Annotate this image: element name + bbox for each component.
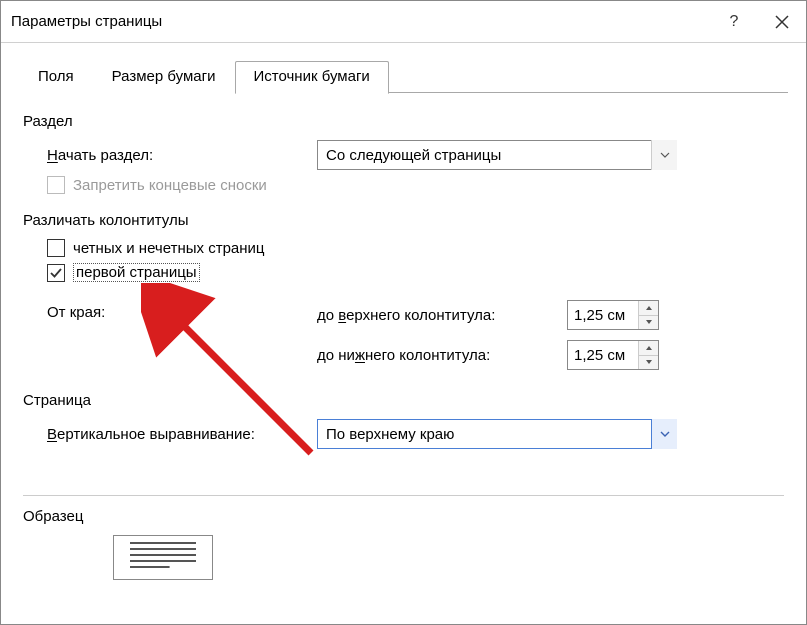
spinner-up-icon[interactable] [639,341,658,356]
preview-thumbnail [113,535,213,580]
valign-combo[interactable]: По верхнему краю [317,419,677,449]
window-title: Параметры страницы [11,13,710,30]
page-setup-dialog: Параметры страницы ? Поля Размер бумаги … [0,0,807,625]
close-button[interactable] [758,1,806,43]
section-start-row: Начать раздел: Со следующей страницы [23,140,784,170]
footer-distance-input[interactable] [568,341,638,369]
headers-group-label: Различать колонтитулы [23,212,784,229]
odd-even-label: четных и нечетных страниц [73,240,265,257]
spinner-down-icon[interactable] [639,356,658,370]
section-group-label: Раздел [23,113,784,130]
tab-margins[interactable]: Поля [19,61,93,93]
tab-paper-size[interactable]: Размер бумаги [93,61,235,93]
odd-even-checkbox[interactable] [47,239,65,257]
spinner-up-icon[interactable] [639,301,658,316]
section-start-label: Начать раздел: [47,147,317,164]
header-distance-spinner[interactable] [567,300,659,330]
tab-content: Раздел Начать раздел: Со следующей стран… [1,93,806,580]
preview-group-label: Образец [23,508,784,525]
header-distance-input[interactable] [568,301,638,329]
header-distance-label: до верхнего колонтитула: [317,307,567,324]
footer-distance-spinner[interactable] [567,340,659,370]
valign-row: Вертикальное выравнивание: По верхнему к… [23,419,784,449]
suppress-endnotes-label: Запретить концевые сноски [73,177,267,194]
from-edge-label: От края: [47,300,317,321]
odd-even-row: четных и нечетных страниц [23,239,784,257]
tab-paper-source[interactable]: Источник бумаги [235,61,389,94]
titlebar: Параметры страницы ? [1,1,806,43]
section-start-combo[interactable]: Со следующей страницы [317,140,677,170]
footer-distance-label: до нижнего колонтитула: [317,347,567,364]
valign-label: Вертикальное выравнивание: [47,426,317,443]
divider [23,495,784,496]
first-page-row: первой страницы [23,263,784,282]
tab-bar: Поля Размер бумаги Источник бумаги [1,43,806,93]
spinner-down-icon[interactable] [639,316,658,330]
page-group-label: Страница [23,392,784,409]
first-page-label: первой страницы [73,263,200,282]
suppress-endnotes-checkbox [47,176,65,194]
suppress-endnotes-row: Запретить концевые сноски [23,176,784,194]
close-icon [775,15,789,29]
help-button[interactable]: ? [710,1,758,43]
from-edge-block: От края: до верхнего колонтитула: [23,300,784,370]
first-page-checkbox[interactable] [47,264,65,282]
